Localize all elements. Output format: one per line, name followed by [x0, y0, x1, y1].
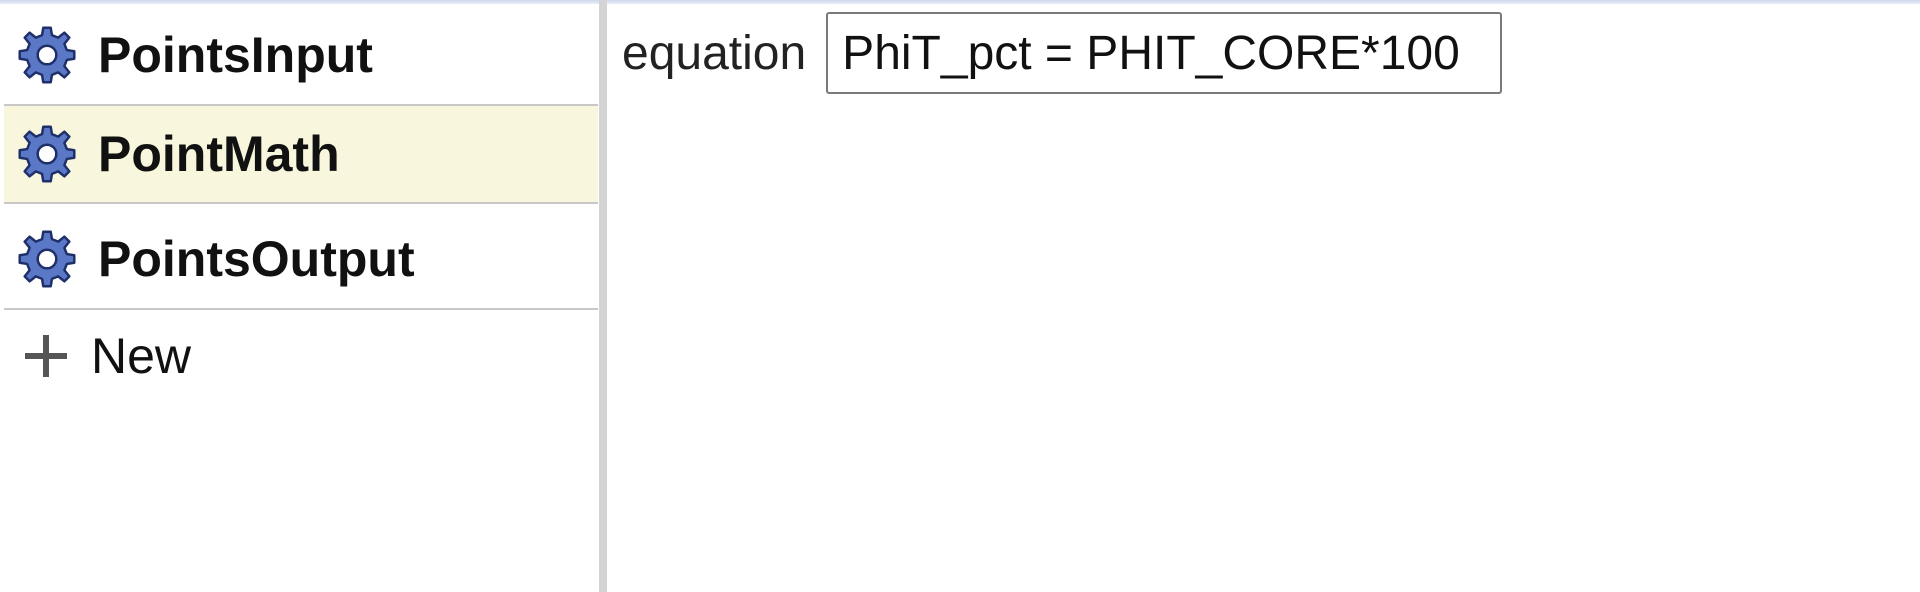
gear-icon [18, 230, 76, 288]
step-item-points-output[interactable]: PointsOutput [4, 210, 598, 310]
step-item-label: PointsInput [98, 27, 373, 83]
equation-field-row: equation [622, 12, 1503, 94]
plus-icon [25, 335, 67, 377]
equation-label: equation [622, 26, 807, 80]
step-properties-panel: equation [607, 4, 1920, 592]
app-window: PointsInput PointMath PointsOutput New e… [0, 0, 1920, 592]
new-step-button[interactable]: New [4, 316, 598, 396]
new-step-label: New [91, 328, 192, 384]
step-list: PointsInput PointMath PointsOutput New [0, 4, 599, 592]
panel-splitter[interactable] [599, 0, 607, 592]
step-item-point-math[interactable]: PointMath [4, 104, 598, 204]
equation-input[interactable] [826, 12, 1503, 94]
step-item-points-input[interactable]: PointsInput [4, 6, 598, 106]
step-item-label: PointMath [98, 126, 340, 182]
step-item-label: PointsOutput [98, 231, 415, 287]
gear-icon [18, 125, 76, 183]
gear-icon [18, 26, 76, 84]
